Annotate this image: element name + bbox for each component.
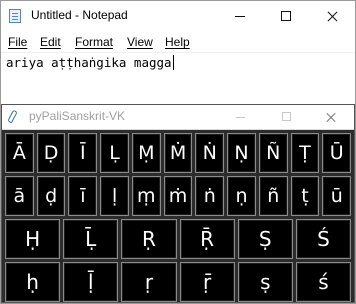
key-n-dot-below[interactable]: ṇ <box>227 176 256 216</box>
maximize-icon[interactable] <box>263 1 309 31</box>
feather-icon <box>7 109 18 124</box>
key-D-dot-upper[interactable]: Ḍ <box>36 133 66 173</box>
menu-file[interactable]: File <box>8 35 27 49</box>
window-title: Untitled - Notepad <box>31 8 128 22</box>
minimize-icon[interactable] <box>217 1 263 31</box>
key-R-dot-macron-upper[interactable]: Ṝ <box>179 219 235 259</box>
key-S-acute-upper[interactable]: Ś <box>295 219 352 259</box>
key-s-dot[interactable]: ṣ <box>237 262 293 302</box>
menu-view[interactable]: View <box>127 35 153 49</box>
editor-text: ariya aṭṭhaṅgika magga <box>6 55 172 70</box>
key-L-dot-upper[interactable]: Ḷ <box>100 133 129 173</box>
key-row-1: Ā Ḍ Ī Ḷ Ṃ Ṁ Ṅ Ṇ Ñ Ṭ Ū <box>5 133 352 173</box>
menu-format[interactable]: Format <box>75 35 113 49</box>
key-N-dot-above-upper[interactable]: Ṅ <box>195 133 225 173</box>
key-n-tilde[interactable]: ñ <box>258 176 288 216</box>
key-d-dot[interactable]: ḍ <box>36 176 66 216</box>
key-N-dot-below-upper[interactable]: Ṇ <box>227 133 256 173</box>
key-L-dot-macron-upper[interactable]: Ḹ <box>63 219 119 259</box>
key-T-dot-upper[interactable]: Ṭ <box>290 133 320 173</box>
desktop: Untitled - Notepad File Edit Format View… <box>0 0 356 304</box>
key-row-4: ḥ ḹ ṛ ṝ ṣ ś <box>5 262 352 302</box>
key-h-dot[interactable]: ḥ <box>5 262 61 302</box>
menu-edit[interactable]: Edit <box>40 35 61 49</box>
keyboard-window: pyPaliSanskrit-VK Ā Ḍ Ī Ḷ Ṃ Ṁ Ṅ Ṇ Ñ Ṭ Ū … <box>1 104 355 303</box>
key-m-dot-below[interactable]: ṃ <box>131 176 161 216</box>
key-H-dot-upper[interactable]: Ḥ <box>5 219 61 259</box>
key-N-tilde-upper[interactable]: Ñ <box>258 133 288 173</box>
key-R-dot-upper[interactable]: Ṛ <box>121 219 177 259</box>
key-U-macron-upper[interactable]: Ū <box>322 133 352 173</box>
menu-bar: File Edit Format View Help <box>1 32 355 52</box>
key-r-dot-macron[interactable]: ṝ <box>179 262 235 302</box>
key-t-dot[interactable]: ṭ <box>290 176 320 216</box>
key-n-dot-above[interactable]: ṅ <box>195 176 225 216</box>
key-grid: Ā Ḍ Ī Ḷ Ṃ Ṁ Ṅ Ṇ Ñ Ṭ Ū ā ḍ ī ḷ ṃ ṁ ṅ ṇ ñ … <box>2 130 354 302</box>
close-icon[interactable] <box>308 105 354 129</box>
maximize-icon[interactable] <box>264 105 310 129</box>
key-M-dot-above-upper[interactable]: Ṁ <box>163 133 193 173</box>
key-i-macron[interactable]: ī <box>68 176 98 216</box>
key-l-dot-macron[interactable]: ḹ <box>63 262 119 302</box>
key-row-3: Ḥ Ḹ Ṛ Ṝ Ṣ Ś <box>5 219 352 259</box>
key-a-macron[interactable]: ā <box>5 176 34 216</box>
keyboard-title: pyPaliSanskrit-VK <box>29 109 126 123</box>
editor-content: ariya aṭṭhaṅgika magga <box>6 55 174 70</box>
key-M-dot-below-upper[interactable]: Ṃ <box>131 133 161 173</box>
notepad-icon <box>9 9 21 23</box>
key-u-macron[interactable]: ū <box>322 176 352 216</box>
key-S-dot-upper[interactable]: Ṣ <box>237 219 293 259</box>
key-l-dot[interactable]: ḷ <box>100 176 129 216</box>
key-A-macron-upper[interactable]: Ā <box>5 133 34 173</box>
notepad-titlebar[interactable]: Untitled - Notepad <box>1 1 355 31</box>
key-s-acute[interactable]: ś <box>295 262 352 302</box>
key-I-macron-upper[interactable]: Ī <box>68 133 98 173</box>
close-icon[interactable] <box>309 1 355 31</box>
menu-help[interactable]: Help <box>165 35 190 49</box>
key-row-2: ā ḍ ī ḷ ṃ ṁ ṅ ṇ ñ ṭ ū <box>5 176 352 216</box>
keyboard-titlebar[interactable]: pyPaliSanskrit-VK <box>2 105 354 130</box>
text-caret <box>172 55 174 70</box>
key-m-dot-above[interactable]: ṁ <box>163 176 193 216</box>
key-r-dot[interactable]: ṛ <box>121 262 177 302</box>
